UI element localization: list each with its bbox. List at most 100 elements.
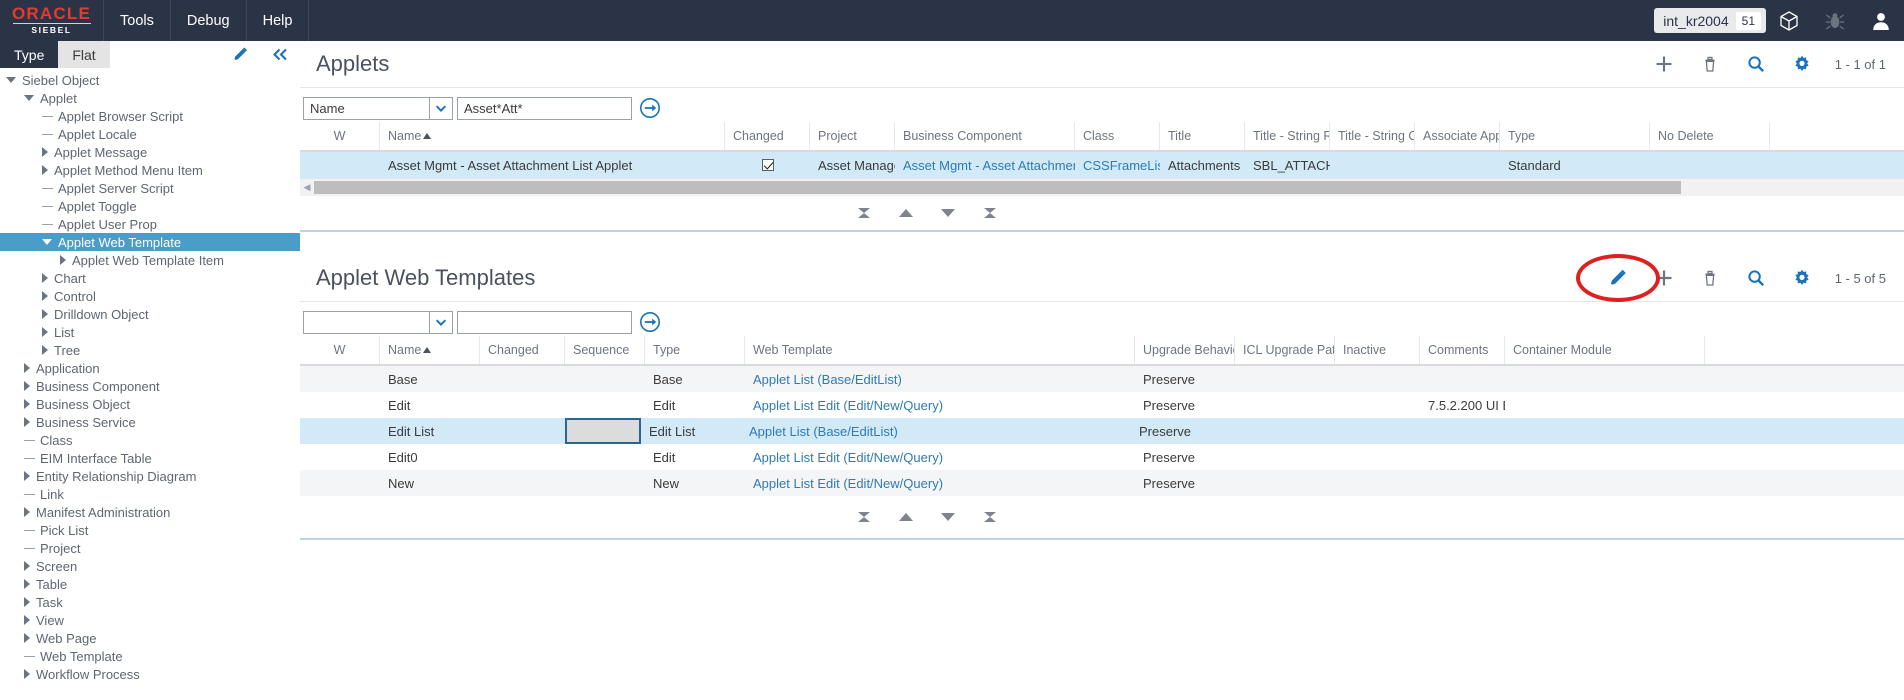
tree-item-class[interactable]: Class <box>0 431 300 449</box>
cell-upgrade-behavior[interactable]: Preserve <box>1135 392 1235 418</box>
caret-right-icon[interactable] <box>24 597 30 607</box>
table-row[interactable]: Asset Mgmt - Asset Attachment List Apple… <box>300 152 1904 178</box>
tree-item-business-service[interactable]: Business Service <box>0 413 300 431</box>
bug-icon[interactable] <box>1812 0 1858 41</box>
caret-right-icon[interactable] <box>60 255 66 265</box>
cell-icl-upgrade-path[interactable] <box>1231 418 1331 444</box>
caret-right-icon[interactable] <box>42 147 48 157</box>
column-header-inactive[interactable]: Inactive <box>1335 336 1420 364</box>
tree-item-applet-browser-script[interactable]: Applet Browser Script <box>0 107 300 125</box>
caret-right-icon[interactable] <box>24 615 30 625</box>
go-arrow-icon[interactable] <box>632 97 668 119</box>
column-header-type[interactable]: Type <box>1500 122 1650 150</box>
awt-nav-buttons[interactable] <box>855 508 999 526</box>
caret-down-icon[interactable] <box>24 95 34 101</box>
tree-item-applet-message[interactable]: Applet Message <box>0 143 300 161</box>
cell-icl-upgrade-path[interactable] <box>1235 392 1335 418</box>
caret-right-icon[interactable] <box>42 165 48 175</box>
column-header-w[interactable]: W <box>300 122 380 150</box>
collapse-left-icon[interactable] <box>260 41 300 68</box>
column-header-associate-applet[interactable]: Associate Applet <box>1415 122 1500 150</box>
tree-item-pick-list[interactable]: Pick List <box>0 521 300 539</box>
tree-item-control[interactable]: Control <box>0 287 300 305</box>
cell-business-component[interactable]: Asset Mgmt - Asset Attachment <box>895 152 1075 178</box>
cell-container-module[interactable] <box>1505 392 1705 418</box>
cell-name[interactable]: Edit0 <box>380 444 480 470</box>
chevron-down-icon[interactable] <box>429 311 452 333</box>
tree-item-manifest-administration[interactable]: Manifest Administration <box>0 503 300 521</box>
tree-item-chart[interactable]: Chart <box>0 269 300 287</box>
cell-changed[interactable] <box>480 392 565 418</box>
cell-changed[interactable] <box>480 366 565 392</box>
pencil-icon[interactable] <box>1595 255 1641 301</box>
tree-item-applet-web-template-item[interactable]: Applet Web Template Item <box>0 251 300 269</box>
tree-item-screen[interactable]: Screen <box>0 557 300 575</box>
tree-item-business-component[interactable]: Business Component <box>0 377 300 395</box>
cell-name[interactable]: New <box>380 470 480 496</box>
plus-icon[interactable] <box>1641 41 1687 87</box>
cell-w[interactable] <box>300 418 380 444</box>
tree-item-project[interactable]: Project <box>0 539 300 557</box>
cell-name[interactable]: Edit List <box>380 418 480 444</box>
checkbox-checked-icon[interactable] <box>761 159 774 171</box>
next-record-icon[interactable] <box>939 204 957 222</box>
cell-changed[interactable] <box>480 444 565 470</box>
cell-changed[interactable] <box>725 152 810 178</box>
table-row[interactable]: Base Base Applet List (Base/EditList) Prese… <box>300 366 1904 392</box>
cube-icon[interactable] <box>1766 0 1812 41</box>
awt-query-text-input[interactable] <box>457 310 632 334</box>
cell-sequence[interactable] <box>565 418 641 444</box>
caret-down-icon[interactable] <box>42 239 52 245</box>
previous-record-icon[interactable] <box>897 508 915 526</box>
last-record-icon[interactable] <box>981 508 999 526</box>
caret-right-icon[interactable] <box>24 363 30 373</box>
go-arrow-icon[interactable] <box>632 311 668 333</box>
caret-right-icon[interactable] <box>24 669 30 679</box>
plus-icon[interactable] <box>1641 255 1687 301</box>
column-header-name[interactable]: Name <box>380 122 725 150</box>
caret-right-icon[interactable] <box>24 381 30 391</box>
tree-item-tree[interactable]: Tree <box>0 341 300 359</box>
column-header-upgrade-behavior[interactable]: Upgrade Behavior <box>1135 336 1235 364</box>
cell-sequence[interactable] <box>565 366 645 392</box>
column-header-class[interactable]: Class <box>1075 122 1160 150</box>
table-row[interactable]: Edit Edit Applet List Edit (Edit/New/Query… <box>300 392 1904 418</box>
column-header-name[interactable]: Name <box>380 336 480 364</box>
caret-right-icon[interactable] <box>24 579 30 589</box>
applets-query-text-input[interactable]: Asset*Att* <box>457 96 632 120</box>
cell-upgrade-behavior[interactable]: Preserve <box>1135 470 1235 496</box>
object-type-tree[interactable]: Siebel Object Applet Applet Browser Script… <box>0 68 300 700</box>
cell-inactive[interactable] <box>1335 470 1420 496</box>
tree-item-applet-toggle[interactable]: Applet Toggle <box>0 197 300 215</box>
tree-item-applet-locale[interactable]: Applet Locale <box>0 125 300 143</box>
gear-icon[interactable] <box>1779 41 1825 87</box>
cell-sequence[interactable] <box>565 392 645 418</box>
cell-container-module[interactable] <box>1505 366 1705 392</box>
cell-inactive[interactable] <box>1335 392 1420 418</box>
caret-right-icon[interactable] <box>24 417 30 427</box>
cell-icl-upgrade-path[interactable] <box>1235 366 1335 392</box>
tree-item-workflow-process[interactable]: Workflow Process <box>0 665 300 683</box>
cell-no-delete[interactable] <box>1650 152 1770 178</box>
search-icon[interactable] <box>1733 41 1779 87</box>
tree-item-table[interactable]: Table <box>0 575 300 593</box>
cell-w[interactable] <box>300 152 380 178</box>
cell-sequence[interactable] <box>565 470 645 496</box>
cell-type[interactable]: Edit List <box>641 418 741 444</box>
cell-type[interactable]: New <box>645 470 745 496</box>
cell-inactive[interactable] <box>1335 366 1420 392</box>
column-header-no-delete[interactable]: No Delete <box>1650 122 1770 150</box>
cell-comments[interactable] <box>1420 366 1505 392</box>
column-header-container-module[interactable]: Container Module <box>1505 336 1705 364</box>
scroll-thumb[interactable] <box>314 181 1682 194</box>
cell-title-string-refer[interactable]: SBL_ATTACHM… <box>1245 152 1330 178</box>
previous-record-icon[interactable] <box>897 204 915 222</box>
tree-item-entity-relationship-diagram[interactable]: Entity Relationship Diagram <box>0 467 300 485</box>
menu-tools[interactable]: Tools <box>104 0 171 41</box>
tree-item-list[interactable]: List <box>0 323 300 341</box>
cell-comments[interactable] <box>1420 444 1505 470</box>
cell-web-template[interactable]: Applet List Edit (Edit/New/Query) <box>745 470 1135 496</box>
column-header-w[interactable]: W <box>300 336 380 364</box>
column-header-changed[interactable]: Changed <box>480 336 565 364</box>
tab-type[interactable]: Type <box>0 41 59 68</box>
